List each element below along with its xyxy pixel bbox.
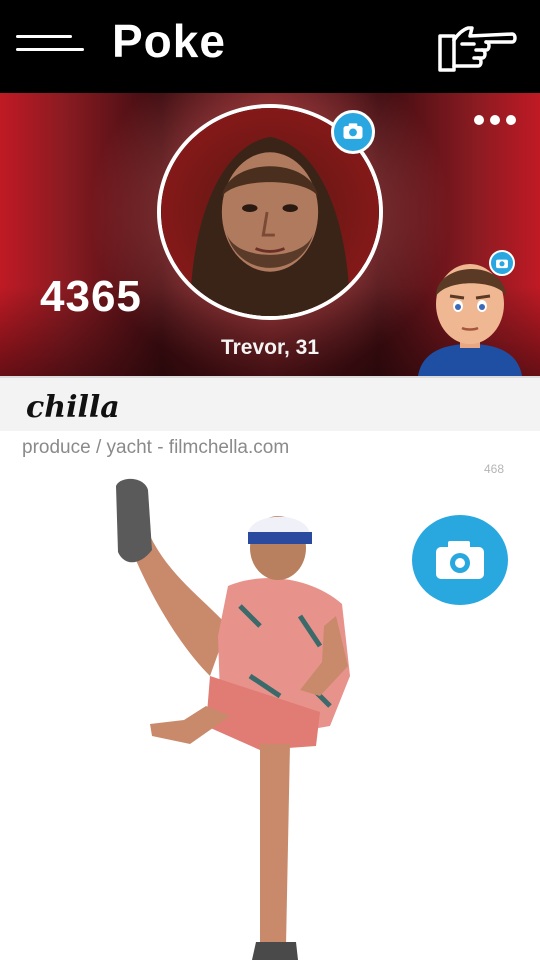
app-title: Poke <box>112 15 226 67</box>
more-dots-icon[interactable] <box>472 113 518 127</box>
camera-icon[interactable] <box>331 110 375 154</box>
camera-icon[interactable] <box>412 515 508 605</box>
pointing-hand-icon[interactable] <box>436 22 518 74</box>
status-strip: chilla <box>0 376 540 431</box>
status-text: chilla <box>26 390 120 425</box>
post-caption: produce / yacht - filmchella.com <box>22 437 290 458</box>
menu-line <box>16 35 72 38</box>
dot <box>474 115 484 125</box>
camera-icon[interactable] <box>489 250 515 276</box>
points-counter: 4365 <box>40 272 142 321</box>
post-photo <box>110 476 360 960</box>
app-header: Poke <box>0 0 540 93</box>
post-count: 468 <box>484 462 505 476</box>
menu-line <box>16 48 84 51</box>
dot <box>490 115 500 125</box>
hamburger-menu-icon[interactable] <box>16 34 84 56</box>
dot <box>506 115 516 125</box>
